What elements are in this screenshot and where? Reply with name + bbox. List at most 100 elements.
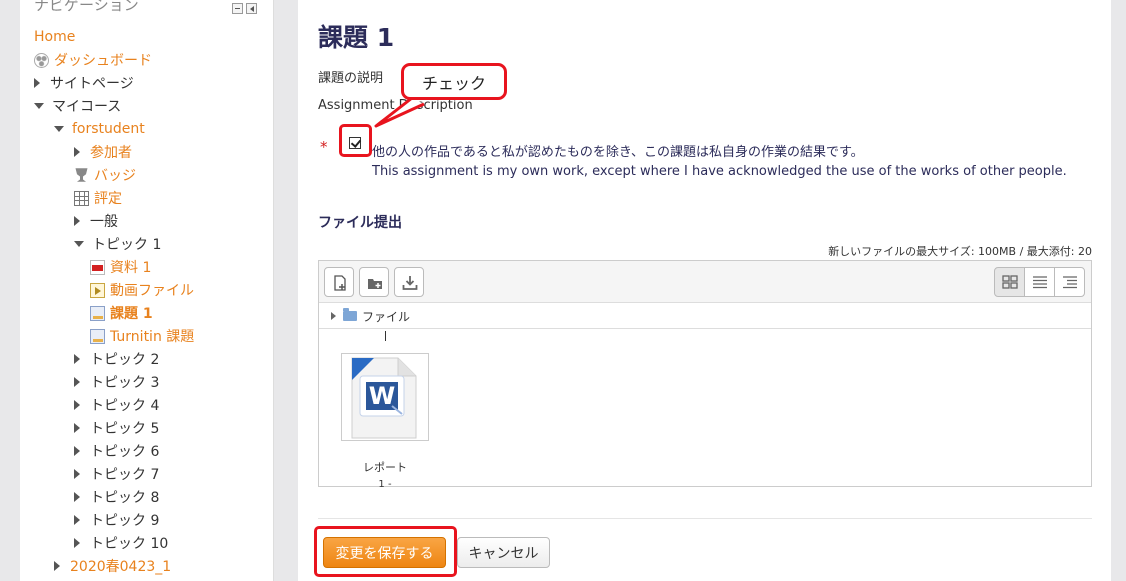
submission-statement: 他の人の作品であると私が認めたものを除き、この課題は私自身の作業の結果です。 T… — [372, 143, 1067, 181]
nav-item[interactable]: トピック 4 — [74, 394, 159, 416]
add-file-button[interactable] — [324, 267, 354, 297]
nav-item-label: 参加者 — [90, 145, 132, 161]
view-list-button[interactable] — [1024, 267, 1055, 297]
nav-item-label: トピック 4 — [90, 398, 160, 414]
expand-arrow-icon — [331, 312, 336, 320]
download-all-button[interactable] — [394, 267, 424, 297]
file-submission-heading: ファイル提出 — [318, 215, 402, 231]
nav-item-label: 課題 1 — [110, 306, 153, 322]
nav-item[interactable]: 資料 1 — [90, 256, 151, 278]
page-title: 課題 1 — [318, 23, 395, 52]
expand-arrow-icon[interactable] — [74, 538, 80, 548]
nav-item[interactable]: マイコース — [34, 95, 121, 117]
assignment-icon — [90, 328, 105, 344]
nav-item-label: サイトページ — [50, 76, 134, 92]
nav-item[interactable]: トピック 3 — [74, 371, 159, 393]
collapse-arrow-icon[interactable] — [34, 103, 44, 109]
nav-item[interactable]: Turnitin 課題 — [90, 325, 194, 347]
callout-pointer — [374, 96, 425, 128]
nav-item[interactable]: トピック 10 — [74, 532, 168, 554]
nav-item[interactable]: Home — [34, 26, 75, 48]
max-file-info: 新しいファイルの最大サイズ: 100MB / 最大添付: 20 — [828, 245, 1092, 258]
save-button-highlight — [314, 526, 457, 577]
nav-item-label: トピック 6 — [90, 444, 160, 460]
tree-view-icon — [1063, 276, 1077, 289]
file-name[interactable]: レポート — [341, 459, 429, 475]
nav-item-label: マイコース — [52, 99, 122, 115]
expand-arrow-icon[interactable] — [74, 354, 80, 364]
nav-item[interactable]: ダッシュボード — [34, 49, 152, 71]
dashboard-icon — [34, 52, 49, 68]
file-thumbnail[interactable]: W — [341, 353, 429, 441]
svg-text:W: W — [369, 382, 395, 410]
nav-item-label: トピック 5 — [90, 421, 160, 437]
nav-item[interactable]: トピック 2 — [74, 348, 159, 370]
description-label: 課題の説明 — [318, 71, 384, 86]
pdf-icon — [90, 259, 105, 275]
nav-item[interactable]: 2020春0423_1 — [54, 555, 171, 577]
expand-arrow-icon[interactable] — [74, 515, 80, 525]
block-controls — [232, 3, 257, 14]
add-file-icon — [334, 275, 346, 291]
nav-item[interactable]: 課題 1 — [90, 302, 153, 324]
view-icons-button[interactable] — [994, 267, 1025, 297]
nav-item[interactable]: 動画ファイル — [90, 279, 194, 301]
file-manager-toolbar — [319, 261, 1091, 303]
nav-item-label: トピック 8 — [90, 490, 160, 506]
nav-item[interactable]: 評定 — [74, 187, 122, 209]
cancel-button[interactable]: キャンセル — [457, 537, 550, 568]
nav-item-label: トピック 1 — [92, 237, 162, 253]
nav-item[interactable]: トピック 8 — [74, 486, 159, 508]
expand-arrow-icon[interactable] — [34, 78, 40, 88]
statement-english: This assignment is my own work, except w… — [372, 164, 1067, 179]
nav-item-label: トピック 7 — [90, 467, 160, 483]
dock-block-icon[interactable] — [246, 3, 257, 14]
nav-item[interactable]: バッジ — [74, 164, 136, 186]
callout-text: チェック — [421, 73, 486, 93]
expand-arrow-icon[interactable] — [74, 469, 80, 479]
nav-item-label: 一般 — [90, 214, 118, 230]
file-subtext: 1 - 13000000.docx — [378, 479, 392, 487]
trophy-icon — [75, 168, 88, 182]
new-folder-icon — [368, 279, 382, 289]
assignment-icon — [90, 305, 105, 321]
view-mode-group — [994, 267, 1085, 297]
expand-arrow-icon[interactable] — [54, 561, 60, 571]
collapse-arrow-icon[interactable] — [74, 241, 84, 247]
nav-item-label: Home — [34, 29, 76, 45]
nav-item-label: ダッシュボード — [54, 53, 152, 69]
expand-arrow-icon[interactable] — [74, 446, 80, 456]
expand-arrow-icon[interactable] — [74, 400, 80, 410]
nav-item-label: トピック 9 — [90, 513, 160, 529]
text-cursor — [385, 331, 386, 341]
nav-item[interactable]: トピック 7 — [74, 463, 159, 485]
nav-item[interactable]: forstudent — [54, 118, 145, 140]
nav-item[interactable]: トピック 5 — [74, 417, 159, 439]
create-folder-button[interactable] — [359, 267, 389, 297]
form-divider — [318, 518, 1092, 519]
nav-item-label: 2020春0423_1 — [70, 559, 172, 575]
nav-item[interactable]: トピック 9 — [74, 509, 159, 531]
nav-item-label: 評定 — [94, 191, 122, 207]
file-path-bar[interactable]: ファイル — [319, 304, 1091, 329]
nav-item[interactable]: 参加者 — [74, 141, 132, 163]
expand-arrow-icon[interactable] — [74, 423, 80, 433]
nav-item[interactable]: 一般 — [74, 210, 118, 232]
navigation-block: ナビゲーション Home ダッシュボード サイトページ マイコース forstudent… — [20, 0, 274, 581]
nav-item[interactable]: トピック 6 — [74, 440, 159, 462]
word-doc-icon: W — [351, 357, 417, 439]
minimize-block-icon[interactable] — [232, 3, 243, 14]
nav-item[interactable]: トピック 1 — [74, 233, 161, 255]
expand-arrow-icon[interactable] — [74, 216, 80, 226]
expand-arrow-icon[interactable] — [74, 147, 80, 157]
nav-item-label: トピック 10 — [90, 536, 169, 552]
gradebook-icon — [74, 190, 89, 206]
required-icon: * — [320, 138, 328, 156]
view-tree-button[interactable] — [1054, 267, 1085, 297]
check-callout: チェック — [401, 63, 507, 100]
collapse-arrow-icon[interactable] — [54, 126, 64, 132]
expand-arrow-icon[interactable] — [74, 492, 80, 502]
folder-icon — [343, 308, 357, 321]
nav-item[interactable]: サイトページ — [34, 72, 134, 94]
expand-arrow-icon[interactable] — [74, 377, 80, 387]
